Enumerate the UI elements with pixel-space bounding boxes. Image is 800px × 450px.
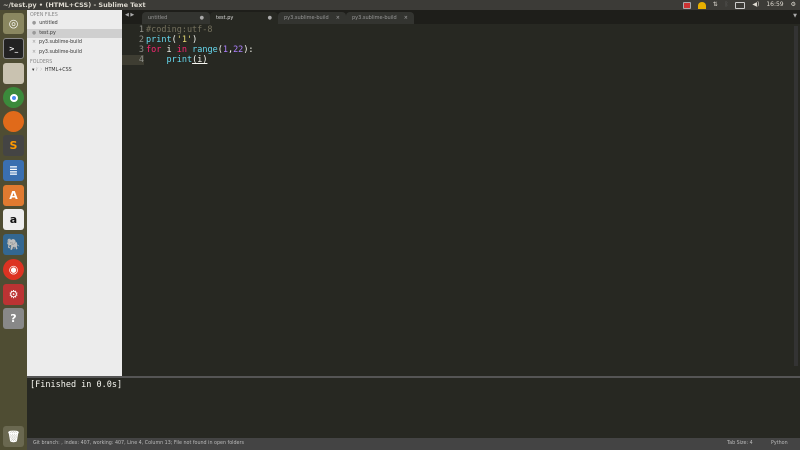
music-icon[interactable]: ◉ xyxy=(3,259,24,280)
build-output: [Finished in 0.0s] xyxy=(30,380,123,390)
line-number: 4 xyxy=(122,55,144,65)
sublime-text-icon[interactable]: S xyxy=(3,135,24,156)
firefox-icon[interactable] xyxy=(3,111,24,132)
tab-size[interactable]: Tab Size: 4 xyxy=(727,438,753,450)
indicator-icon[interactable] xyxy=(682,1,691,9)
open-file-item[interactable]: × py3.sublime-build xyxy=(27,48,122,58)
gear-icon[interactable]: ⚙ xyxy=(791,0,796,10)
network-icon[interactable]: ⇅ xyxy=(713,0,718,10)
open-files-header: OPEN FILES xyxy=(30,13,58,18)
window-title: ~/test.py • (HTML+CSS) - Sublime Text xyxy=(3,1,146,9)
bluetooth-icon[interactable]: ᛒ xyxy=(725,0,729,10)
tux-icon[interactable] xyxy=(697,1,706,9)
folders-header: FOLDERS xyxy=(30,60,53,66)
line-number: 2 xyxy=(138,35,144,45)
minimap-scrollbar[interactable] xyxy=(794,26,798,366)
line-number: 3 xyxy=(138,45,144,55)
code-line: #coding:utf-8 xyxy=(146,25,213,35)
tab-py3-build-2[interactable]: py3.sublime-build × xyxy=(346,12,414,24)
status-bar: Git branch: , index: 407, working: 407, … xyxy=(27,438,800,450)
status-text: Git branch: , index: 407, working: 407, … xyxy=(33,441,244,446)
files-icon[interactable] xyxy=(3,63,24,84)
clock[interactable]: 16:59 xyxy=(766,0,783,10)
title-bar: ~/test.py • (HTML+CSS) - Sublime Text ⇅ … xyxy=(0,0,800,10)
help-icon[interactable]: ? xyxy=(3,308,24,329)
settings-icon[interactable]: ⚙ xyxy=(3,284,24,305)
tab-menu-icon[interactable]: ▼ xyxy=(793,13,797,19)
trash-icon[interactable]: 🗑 xyxy=(3,426,24,447)
writer-icon[interactable]: ≣ xyxy=(3,160,24,181)
sidebar: OPEN FILES ● untitled ● test.py × py3.subli… xyxy=(27,10,122,376)
open-file-item[interactable]: ● untitled xyxy=(27,19,122,29)
battery-icon[interactable] xyxy=(735,1,746,9)
volume-icon[interactable]: ◀) xyxy=(752,0,759,10)
tab-bar: ◀ ▶ untitled ● test.py ● py3.sublime-build… xyxy=(122,10,800,24)
chrome-icon[interactable] xyxy=(3,87,24,108)
open-file-item[interactable]: ● test.py xyxy=(27,28,122,39)
folder-item[interactable]: ▾ 🗁 HTML+CSS xyxy=(27,66,122,76)
ubuntu-dash-icon[interactable]: ◎ xyxy=(3,13,24,34)
code-line: print(i) xyxy=(166,55,208,65)
tab-nav-arrows[interactable]: ◀ ▶ xyxy=(125,12,134,18)
code-editor[interactable]: 1 2 3 4 #coding:utf-8 print('1') for i i… xyxy=(122,24,800,376)
code-line: print('1') xyxy=(146,35,198,45)
syntax-selector[interactable]: Python xyxy=(771,438,788,450)
tab-py3-build[interactable]: py3.sublime-build × xyxy=(278,12,346,24)
line-number: 1 xyxy=(138,25,144,35)
software-center-icon[interactable]: A xyxy=(3,185,24,206)
amazon-icon[interactable]: a xyxy=(3,209,24,230)
open-file-item[interactable]: × py3.sublime-build xyxy=(27,38,122,48)
code-line: for i in range(1,22): xyxy=(146,45,254,55)
postgresql-icon[interactable]: 🐘 xyxy=(3,234,24,255)
tab-untitled[interactable]: untitled ● xyxy=(142,12,210,24)
launcher: ◎ >_ S ≣ A a 🐘 ◉ ⚙ ? 🗑 xyxy=(0,10,27,450)
folder-icon: ▾ 🗁 xyxy=(32,68,42,74)
build-output-panel: [Finished in 0.0s] xyxy=(27,376,800,438)
terminal-icon[interactable]: >_ xyxy=(3,38,24,59)
system-tray: ⇅ ᛒ ◀) 16:59 ⚙ xyxy=(682,0,796,10)
tab-test-py[interactable]: test.py ● xyxy=(210,12,278,24)
